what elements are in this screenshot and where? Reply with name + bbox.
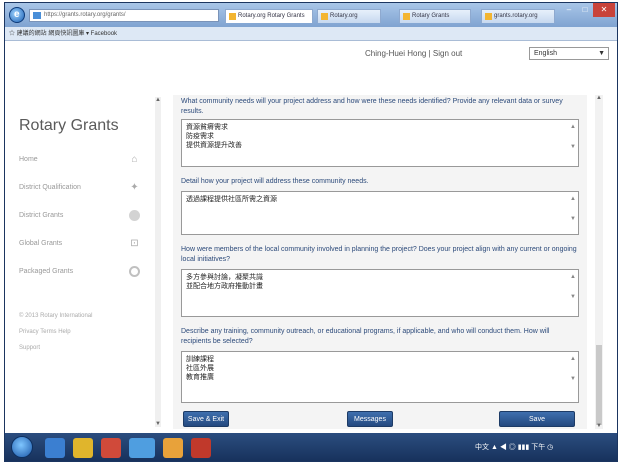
scroll-up-icon[interactable]: ▲ bbox=[155, 97, 161, 103]
sidebar-item-label: District Qualification bbox=[19, 184, 81, 191]
chevron-down-icon: ▼ bbox=[598, 50, 605, 57]
question-label: How were members of the local community … bbox=[181, 246, 577, 263]
folder-taskbar-icon[interactable] bbox=[73, 438, 93, 458]
district-grants-icon bbox=[129, 210, 140, 221]
ie-taskbar-icon[interactable] bbox=[45, 438, 65, 458]
favorites-bar-links[interactable]: ☆ 建議的網站 網頁快訊圖庫 ▾ Facebook bbox=[9, 31, 117, 37]
screen-frame: e https://grants.rotary.org/grants/ Rota… bbox=[4, 2, 618, 462]
language-select[interactable]: English ▼ bbox=[529, 47, 609, 60]
start-button[interactable] bbox=[11, 436, 33, 458]
maximize-icon[interactable]: □ bbox=[577, 3, 593, 17]
project-form-panel: What community needs will your project a… bbox=[173, 95, 587, 429]
browser-tab[interactable]: Rotary Grants bbox=[399, 9, 471, 23]
sidebar-item-label: Global Grants bbox=[19, 240, 63, 247]
media-taskbar-icon[interactable] bbox=[101, 438, 121, 458]
textarea-scrollbar[interactable]: ▲ ▼ bbox=[569, 354, 577, 384]
answer-line: 多方參與討論，凝聚共識 bbox=[186, 274, 263, 281]
browser-tab[interactable]: Rotary.org Rotary Grants bbox=[225, 9, 313, 23]
textarea-scrollbar[interactable]: ▲ ▼ bbox=[569, 194, 577, 224]
answer-textarea[interactable]: 訓練課程 社區外展 教育推廣 ▲ ▼ bbox=[181, 351, 579, 403]
pin-icon: ✦ bbox=[130, 182, 139, 193]
page-viewport: Ching-Huei Hong | Sign out English ▼ Rot… bbox=[5, 41, 617, 439]
address-bar[interactable]: https://grants.rotary.org/grants/ bbox=[29, 9, 219, 22]
sidebar-scrollbar[interactable]: ▲ ▼ bbox=[155, 97, 161, 427]
sidebar-item-district-grants[interactable]: District Grants bbox=[19, 209, 143, 223]
answer-textarea[interactable]: 透過課程提供社區所需之資源 ▲ ▼ bbox=[181, 191, 579, 235]
language-value: English bbox=[534, 50, 557, 57]
answer-line: 防疫需求 bbox=[186, 133, 214, 140]
office-taskbar-icon[interactable] bbox=[191, 438, 211, 458]
minimize-icon[interactable]: – bbox=[561, 3, 577, 17]
page-scrollbar[interactable]: ▲ ▼ bbox=[595, 95, 603, 429]
answer-line: 社區外展 bbox=[186, 365, 214, 372]
scroll-down-icon[interactable]: ▼ bbox=[155, 421, 161, 427]
answer-line: 資源貧瘠需求 bbox=[186, 124, 228, 131]
textarea-scrollbar[interactable]: ▲ ▼ bbox=[569, 122, 577, 152]
answer-line: 教育推廣 bbox=[186, 374, 214, 381]
sidebar: Rotary Grants Home ⌂ District Qualificat… bbox=[19, 81, 157, 431]
question-label: Detail how your project will address the… bbox=[181, 178, 369, 185]
browser-tab[interactable]: Rotary.org bbox=[317, 9, 381, 23]
browser-tab[interactable]: grants.rotary.org bbox=[481, 9, 555, 23]
save-exit-button[interactable]: Save & Exit bbox=[183, 411, 229, 427]
global-grants-icon: ⊡ bbox=[130, 238, 139, 249]
footer-links[interactable]: Privacy Terms Help bbox=[19, 329, 71, 335]
scroll-thumb[interactable] bbox=[596, 345, 602, 425]
answer-textarea[interactable]: 多方參與討論，凝聚共識 並配合地方政府推動計畫 ▲ ▼ bbox=[181, 269, 579, 317]
sidebar-item-label: Packaged Grants bbox=[19, 268, 74, 275]
user-signout-link[interactable]: Ching-Huei Hong | Sign out bbox=[365, 49, 462, 58]
browser-logo-icon[interactable]: e bbox=[9, 7, 25, 23]
browser-taskbar-icon[interactable] bbox=[129, 438, 155, 458]
answer-line: 訓練課程 bbox=[186, 356, 214, 363]
browser-titlebar: e https://grants.rotary.org/grants/ Rota… bbox=[5, 3, 617, 27]
answer-line: 透過課程提供社區所需之資源 bbox=[186, 196, 277, 203]
scroll-up-icon[interactable]: ▲ bbox=[595, 95, 603, 101]
sidebar-item-home[interactable]: Home ⌂ bbox=[19, 153, 143, 167]
answer-line: 提供資源提升改善 bbox=[186, 142, 242, 149]
answer-line: 並配合地方政府推動計畫 bbox=[186, 283, 263, 290]
scroll-down-icon[interactable]: ▼ bbox=[595, 423, 603, 429]
sidebar-item-district-qualification[interactable]: District Qualification ✦ bbox=[19, 181, 143, 195]
save-button[interactable]: Save bbox=[499, 411, 575, 427]
textarea-scrollbar[interactable]: ▲ ▼ bbox=[569, 272, 577, 302]
sidebar-item-label: District Grants bbox=[19, 212, 64, 219]
favorites-bar[interactable]: ☆ 建議的網站 網頁快訊圖庫 ▾ Facebook bbox=[5, 27, 617, 41]
messages-button[interactable]: Messages bbox=[347, 411, 393, 427]
sidebar-item-label: Home bbox=[19, 156, 38, 163]
question-label: Describe any training, community outreac… bbox=[181, 328, 550, 345]
app-taskbar-icon[interactable] bbox=[163, 438, 183, 458]
sidebar-item-packaged-grants[interactable]: Packaged Grants bbox=[19, 265, 143, 279]
home-icon: ⌂ bbox=[131, 154, 138, 165]
system-tray[interactable]: 中文 ▲ ◀ ◎ ▮▮▮ 下午 ◷ bbox=[475, 442, 611, 452]
question-label: What community needs will your project a… bbox=[181, 98, 563, 115]
app-logo[interactable]: Rotary Grants bbox=[19, 117, 119, 135]
copyright-text: © 2013 Rotary International bbox=[19, 313, 93, 319]
packaged-grants-icon bbox=[129, 266, 140, 277]
support-link[interactable]: Support bbox=[19, 345, 40, 351]
answer-textarea[interactable]: 資源貧瘠需求 防疫需求 提供資源提升改善 ▲ ▼ bbox=[181, 119, 579, 167]
sidebar-item-global-grants[interactable]: Global Grants ⊡ bbox=[19, 237, 143, 251]
close-icon[interactable]: ✕ bbox=[593, 3, 615, 17]
windows-taskbar: 中文 ▲ ◀ ◎ ▮▮▮ 下午 ◷ bbox=[5, 433, 617, 461]
